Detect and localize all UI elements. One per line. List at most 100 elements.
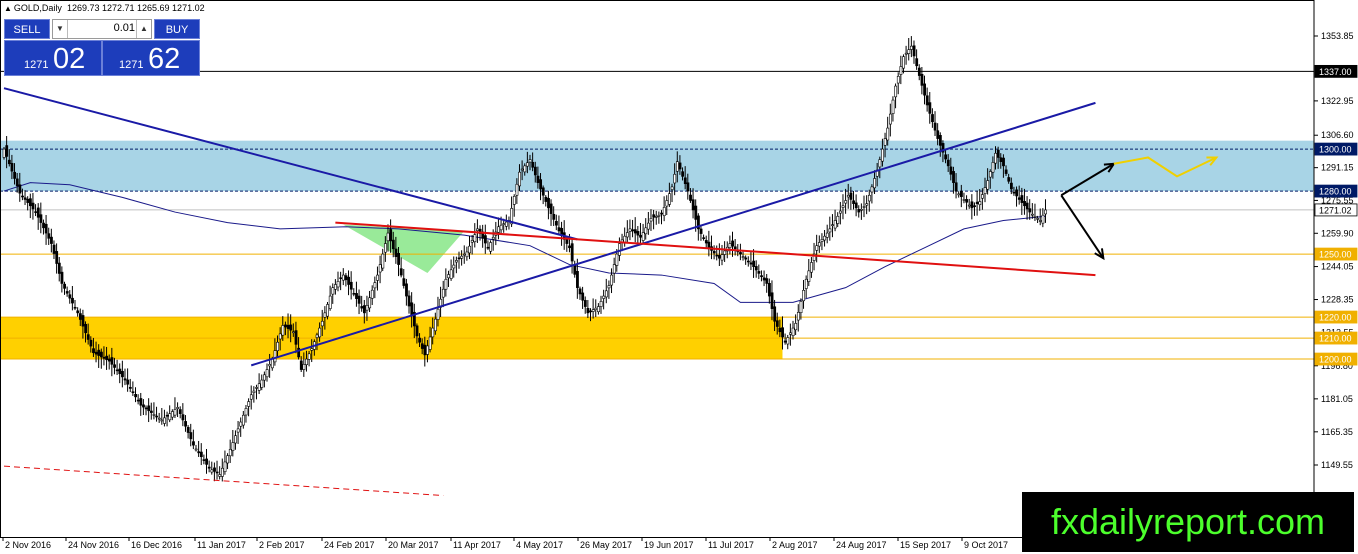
lot-size-value[interactable]: 0.01 [69, 22, 135, 34]
bull-candle-body [612, 264, 616, 274]
candle [820, 233, 824, 251]
buy-price-quote[interactable]: 1271 62 [102, 40, 200, 76]
bull-candle-body [384, 243, 387, 253]
bull-candle-body [318, 327, 322, 338]
candle [912, 40, 916, 64]
candle [171, 409, 174, 421]
price-chart[interactable]: 1353.851322.951306.601291.151275.551259.… [0, 0, 1358, 554]
bear-candle-body [952, 171, 955, 183]
forecast-arrow[interactable] [1060, 194, 1105, 259]
x-tick-label: 2 Nov 2016 [5, 540, 51, 550]
candle [728, 235, 732, 255]
bull-candle-body [870, 186, 874, 193]
bull-candle-body [247, 401, 251, 407]
candle [149, 402, 153, 420]
candle [802, 279, 806, 309]
bear-candle-body [731, 240, 735, 247]
bear-candle-body [31, 202, 35, 210]
candle [249, 385, 253, 410]
bull-candle-body [794, 323, 798, 331]
lot-decrease-icon[interactable]: ▼ [53, 20, 68, 38]
watermark: fxdailyreport.com [1022, 492, 1354, 552]
sell-button[interactable]: SELL [4, 19, 50, 39]
candle [210, 461, 214, 475]
candle [860, 203, 863, 220]
bear-candle-body [778, 327, 782, 333]
bear-candle-body [65, 291, 69, 294]
price-tag: 1271.02 [1314, 203, 1358, 217]
bear-candle-body [483, 235, 487, 244]
bear-candle-body [975, 201, 979, 204]
lot-size-field[interactable]: ▼ 0.01 ▲ [52, 19, 152, 39]
bull-candle-body [991, 162, 995, 173]
bear-candle-body [149, 410, 153, 413]
candle [723, 241, 727, 262]
candle [465, 246, 469, 261]
bull-candle-body [647, 222, 650, 230]
bear-candle-body [118, 368, 122, 375]
bear-candle-body [773, 306, 777, 322]
candle [142, 399, 145, 416]
candle [405, 278, 408, 306]
bear-candle-body [586, 308, 590, 314]
candle [194, 444, 198, 452]
x-tick-label: 16 Dec 2016 [131, 540, 182, 550]
buy-button[interactable]: BUY [154, 19, 200, 39]
y-tick-label: 1353.85 [1321, 31, 1354, 41]
candle [765, 274, 769, 293]
candle [36, 203, 40, 230]
candle [173, 397, 177, 419]
bull-candle-body [817, 242, 821, 247]
bear-candle-body [355, 293, 358, 299]
bear-candle-body [531, 162, 535, 168]
bull-candle-body [505, 221, 508, 227]
candle [796, 304, 800, 332]
bear-candle-body [60, 271, 64, 284]
plot-frame [0, 0, 1315, 538]
candle [1028, 199, 1032, 220]
bear-candle-body [299, 360, 303, 370]
bear-candle-body [55, 251, 59, 264]
candle [583, 296, 587, 314]
candle [823, 229, 827, 247]
candle [255, 384, 258, 400]
bear-candle-body [1012, 191, 1016, 194]
bull-candle-body [741, 256, 745, 258]
x-tick-label: 19 Jun 2017 [644, 540, 694, 550]
red-trendline[interactable] [335, 221, 1096, 277]
candle [42, 219, 45, 235]
bear-candle-body [915, 58, 919, 67]
candle [549, 199, 553, 226]
bear-candle-body [402, 278, 406, 286]
candle [441, 280, 445, 308]
bear-candle-body [973, 205, 976, 207]
bull-candle-body [518, 171, 521, 187]
bull-candle-body [978, 201, 982, 205]
bear-candle-body [1017, 197, 1021, 200]
bull-candle-body [370, 289, 374, 299]
candle [144, 405, 148, 416]
bear-candle-body [757, 271, 761, 274]
bear-candle-body [699, 228, 703, 234]
candle [917, 64, 921, 81]
candle [497, 217, 500, 240]
candle [63, 281, 66, 295]
y-tick-label: 1306.60 [1321, 130, 1354, 140]
sell-price-quote[interactable]: 1271 02 [4, 40, 102, 76]
bull-candle-body [618, 243, 621, 256]
bull-candle-body [662, 207, 666, 216]
candle [339, 271, 343, 291]
price-tag-label: 1300.00 [1319, 145, 1352, 155]
bull-candle-body [255, 387, 258, 389]
candle [739, 243, 742, 261]
lot-increase-icon[interactable]: ▲ [136, 20, 151, 38]
candle [31, 192, 35, 220]
bear-candle-body [213, 467, 216, 472]
bull-candle-body [307, 353, 311, 360]
buy-price-prefix: 1271 [119, 59, 144, 71]
bear-candle-body [547, 198, 550, 209]
bull-candle-body [336, 281, 340, 288]
bear-candle-body [76, 310, 80, 314]
candle [136, 394, 140, 405]
bear-candle-body [936, 130, 940, 139]
